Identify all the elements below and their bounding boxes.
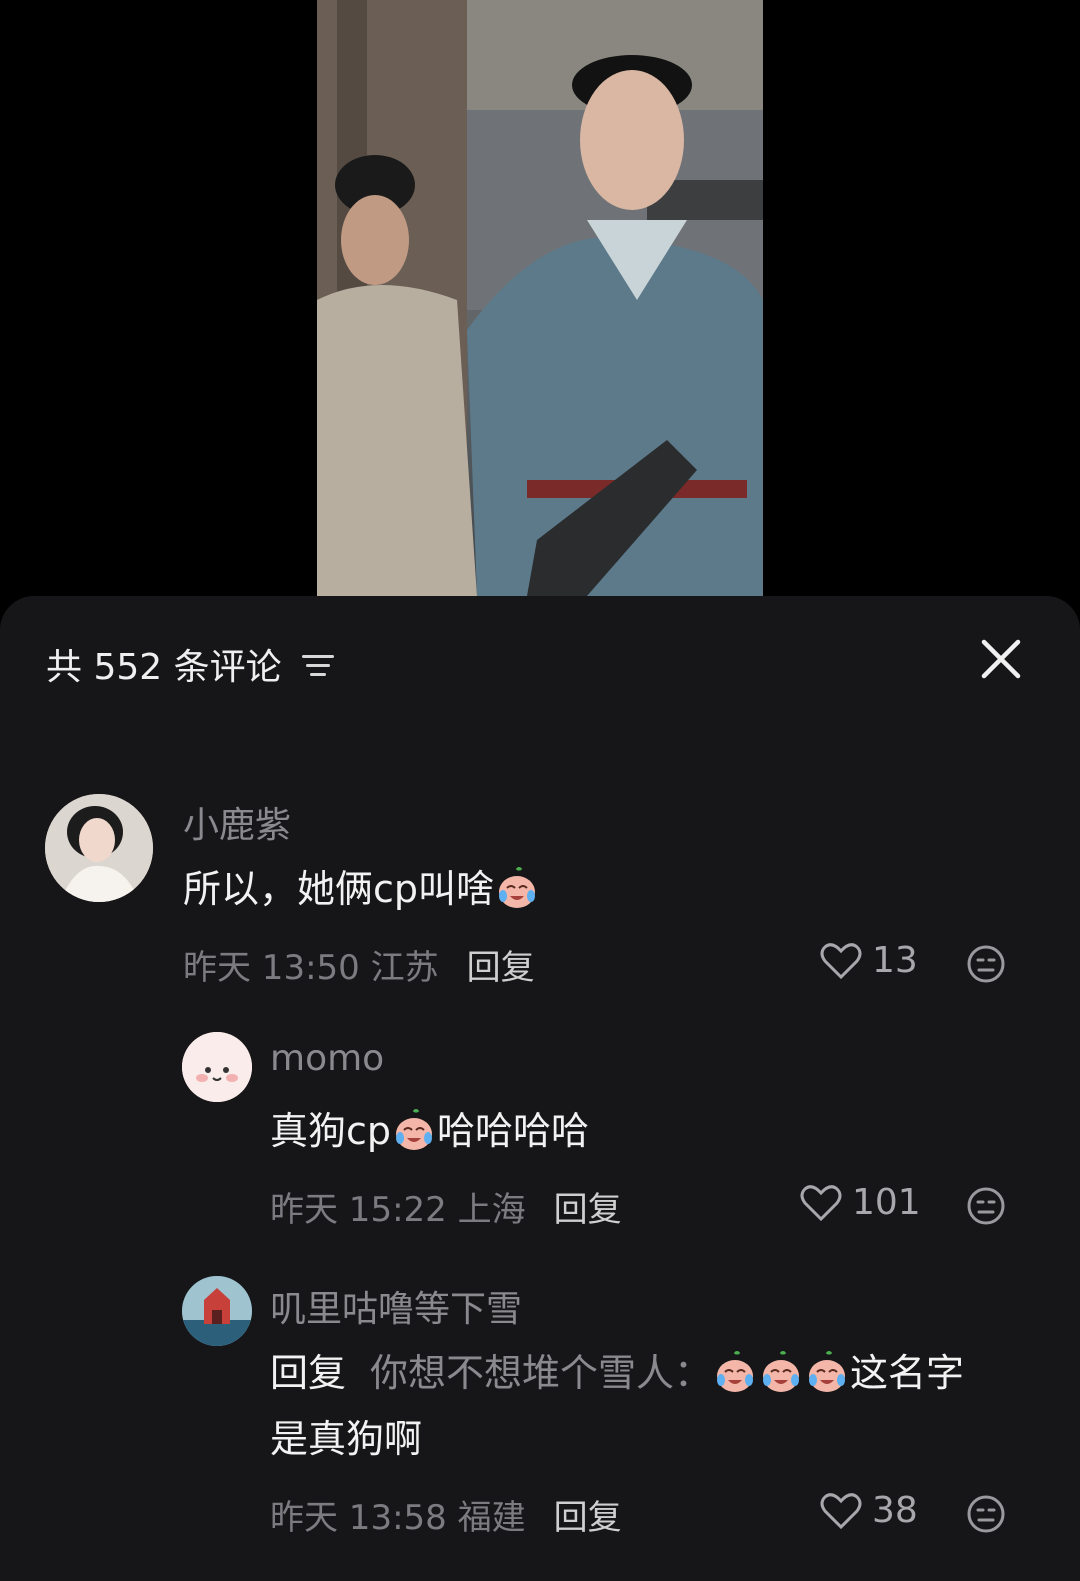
comment-text: 真狗cp 哈哈哈哈 xyxy=(270,1098,589,1164)
like-count: 13 xyxy=(872,940,918,981)
avatar[interactable] xyxy=(182,1032,252,1102)
comment-meta: 昨天 15:22 上海 回复 xyxy=(270,1182,622,1231)
avatar[interactable] xyxy=(45,794,153,902)
comment-text: 回复 你想不想堆个雪人： 这名字 是真狗啊 xyxy=(270,1340,1040,1472)
reply-button[interactable]: 回复 xyxy=(467,940,535,989)
comment-time-location: 昨天 15:22 上海 xyxy=(270,1190,526,1230)
comment-text-suffix: 哈哈哈哈 xyxy=(437,1109,590,1153)
comment-text-prefix: 真狗cp xyxy=(270,1109,392,1153)
comment-text-line2: 是真狗啊 xyxy=(270,1417,423,1461)
heart-icon xyxy=(820,942,862,979)
emoji-react-icon[interactable] xyxy=(966,1494,1006,1538)
emoji-react-icon[interactable] xyxy=(966,1186,1006,1230)
crying-laugh-emoji xyxy=(717,1351,754,1392)
like-button[interactable]: 38 xyxy=(820,1490,918,1531)
heart-icon xyxy=(820,1492,862,1529)
comment-meta: 昨天 13:50 江苏 回复 xyxy=(183,940,535,989)
video-frame xyxy=(317,0,763,596)
reply-prefix-label: 回复 xyxy=(270,1351,347,1395)
like-count: 101 xyxy=(852,1182,921,1223)
crying-laugh-emoji xyxy=(809,1351,846,1392)
comment-text-content: 所以，她俩cp叫啥 xyxy=(183,867,495,911)
video-player[interactable] xyxy=(0,0,1080,596)
crying-laugh-emoji xyxy=(499,867,536,908)
quoted-username[interactable]: 你想不想堆个雪人： xyxy=(370,1351,712,1395)
comments-sheet: 共 552 条评论 小鹿紫 所以，她俩cp叫啥 昨天 13:50 江苏 回复 1… xyxy=(0,596,1080,1581)
crying-laugh-emoji xyxy=(763,1351,800,1392)
comment-username[interactable]: 叽里咕噜等下雪 xyxy=(270,1280,522,1332)
comment-item: 叽里咕噜等下雪 回复 你想不想堆个雪人： 这名字 是真狗啊 昨天 13:58 福建 … xyxy=(0,1266,1080,1581)
comment-text: 所以，她俩cp叫啥 xyxy=(183,856,540,922)
like-button[interactable]: 101 xyxy=(800,1182,921,1223)
like-button[interactable]: 13 xyxy=(820,940,918,981)
like-count: 38 xyxy=(872,1490,918,1531)
heart-icon xyxy=(800,1184,842,1221)
crying-laugh-emoji xyxy=(396,1109,433,1150)
comment-text-line1-end: 这名字 xyxy=(850,1351,965,1395)
comment-username[interactable]: momo xyxy=(270,1038,384,1079)
comment-meta: 昨天 13:58 福建 回复 xyxy=(270,1490,622,1539)
reply-button[interactable]: 回复 xyxy=(554,1490,622,1539)
comment-item: 小鹿紫 所以，她俩cp叫啥 昨天 13:50 江苏 回复 13 xyxy=(0,596,1080,1016)
avatar[interactable] xyxy=(182,1276,252,1346)
emoji-react-icon[interactable] xyxy=(966,944,1006,988)
comment-time-location: 昨天 13:58 福建 xyxy=(270,1498,526,1538)
comment-item: momo 真狗cp 哈哈哈哈 昨天 15:22 上海 回复 101 xyxy=(0,1016,1080,1266)
reply-button[interactable]: 回复 xyxy=(554,1182,622,1231)
comment-time-location: 昨天 13:50 江苏 xyxy=(183,948,439,988)
comment-username[interactable]: 小鹿紫 xyxy=(183,796,291,848)
